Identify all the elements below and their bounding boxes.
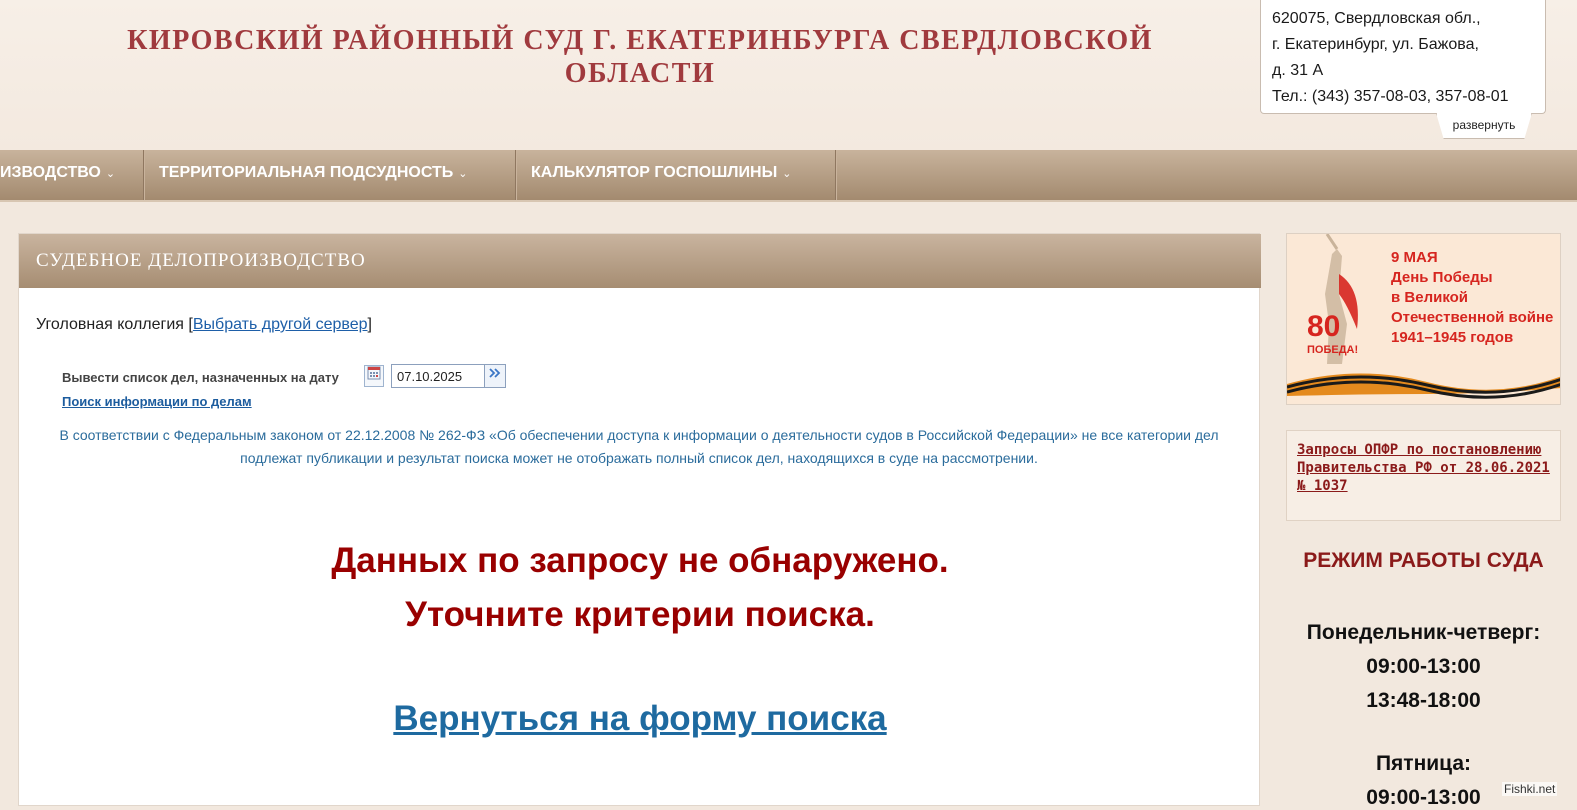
nav-item-label: КАЛЬКУЛЯТОР ГОСПОШЛИНЫ (531, 164, 778, 181)
court-title: КИРОВСКИЙ РАЙОННЫЙ СУД Г. ЕКАТЕРИНБУРГА … (127, 25, 1153, 89)
banner-line: 9 МАЯ (1391, 249, 1438, 266)
date-label: Вывести список дел, назначенных на дату (62, 370, 339, 385)
collegium-label: Уголовная коллегия (36, 316, 184, 333)
main-nav: ИЗВОДСТВО ⌄ ТЕРРИТОРИАЛЬНАЯ ПОДСУДНОСТЬ ⌄ … (0, 150, 1577, 202)
hours-time: 13:48-18:00 (1366, 689, 1481, 712)
change-server-link[interactable]: Выбрать другой сервер (193, 316, 368, 333)
banner-line: Отечественной войне (1391, 309, 1554, 326)
no-data-message: Данных по запросу не обнаружено. Уточнит… (19, 534, 1261, 642)
address-line: д. 31 А (1272, 62, 1324, 79)
nav-divider (835, 150, 836, 200)
opfr-link[interactable]: Запросы ОПФР по постановлению Правительс… (1297, 442, 1550, 494)
main-content: СУДЕБНОЕ ДЕЛОПРОИЗВОДСТВО Уголовная колл… (18, 233, 1261, 806)
hours-time: 09:00-13:00 (1366, 655, 1481, 678)
calendar-grid-icon (367, 366, 381, 380)
chevron-down-icon: ⌄ (105, 168, 116, 180)
no-data-line: Данных по запросу не обнаружено. (331, 541, 949, 580)
nav-item-jurisdiction[interactable]: ТЕРРИТОРИАЛЬНАЯ ПОДСУДНОСТЬ ⌄ (159, 150, 467, 200)
back-to-search-link[interactable]: Вернуться на форму поиска (19, 699, 1261, 739)
law-notice: В соответствии с Федеральным законом от … (59, 427, 1219, 466)
banner-number: 80 (1307, 310, 1341, 343)
chevron-down-icon: ⌄ (458, 168, 468, 180)
double-arrow-icon (489, 368, 501, 378)
calendar-icon[interactable] (364, 365, 384, 387)
nav-item-label: ТЕРРИТОРИАЛЬНАЯ ПОДСУДНОСТЬ (159, 164, 454, 181)
watermark: Fishki.net (1502, 782, 1558, 796)
chevron-down-icon: ⌄ (782, 168, 792, 180)
submit-date-button[interactable] (484, 364, 506, 388)
banner-pobeda: ПОБЕДА! (1307, 344, 1359, 356)
nav-item-proceedings[interactable]: ИЗВОДСТВО ⌄ (0, 150, 115, 200)
hours-days: Понедельник-четверг: (1306, 621, 1541, 644)
banner-line: 1941–1945 годов (1391, 329, 1514, 346)
refine-line: Уточните критерии поиска. (405, 595, 875, 634)
victory-day-banner[interactable]: 80 ПОБЕДА! 9 МАЯ День Победы в Великой О… (1286, 233, 1561, 405)
banner-text: 9 МАЯ День Победы в Великой Отечественно… (1391, 248, 1559, 348)
collegium-line: Уголовная коллегия [Выбрать другой серве… (36, 316, 372, 334)
banner-line: День Победы (1391, 269, 1493, 286)
address-line: г. Екатеринбург, ул. Бажова, (1272, 36, 1479, 53)
phone-line: Тел.: (343) 357-08-03, 357-08-01 (1272, 88, 1509, 105)
opfr-info-box: Запросы ОПФР по постановлению Правительс… (1286, 430, 1561, 521)
address-box: 620075, Свердловская обл., г. Екатеринбу… (1260, 0, 1546, 114)
section-title: СУДЕБНОЕ ДЕЛОПРОИЗВОДСТВО (19, 234, 1261, 288)
date-input[interactable] (391, 364, 485, 388)
banner-line: в Великой (1391, 289, 1469, 306)
hours-days: Пятница: (1375, 752, 1472, 775)
nav-item-label: ИЗВОДСТВО (0, 164, 101, 181)
bracket: ] (367, 316, 372, 333)
st-george-ribbon-icon (1287, 373, 1560, 399)
work-hours-title: РЕЖИМ РАБОТЫ СУДА (1303, 549, 1544, 572)
nav-item-fee-calculator[interactable]: КАЛЬКУЛЯТОР ГОСПОШЛИНЫ ⌄ (531, 150, 791, 200)
nav-divider (143, 150, 144, 200)
nav-divider (515, 150, 516, 200)
expand-button[interactable]: развернуть (1436, 113, 1532, 139)
address-line: 620075, Свердловская обл., (1272, 10, 1481, 27)
case-search-link[interactable]: Поиск информации по делам (62, 394, 252, 409)
